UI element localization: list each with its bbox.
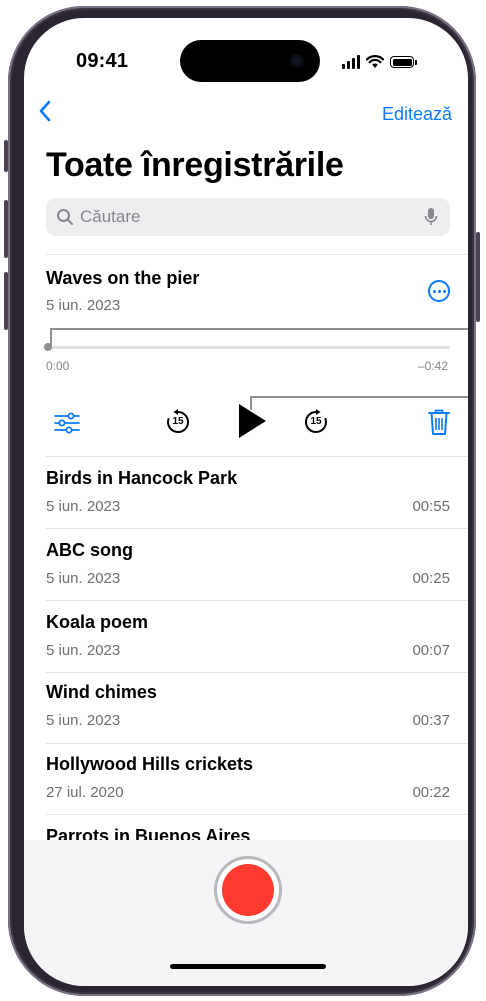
recording-duration: 00:25 <box>412 570 450 587</box>
back-button[interactable] <box>38 100 52 127</box>
record-button[interactable] <box>214 856 282 924</box>
trash-icon[interactable] <box>428 408 450 436</box>
play-icon[interactable] <box>236 402 268 440</box>
recording-name: Wind chimes <box>46 682 157 702</box>
list-item[interactable]: Koala poem 5 iun. 2023 00:07 <box>46 602 450 672</box>
skip-back-button[interactable]: 15 <box>164 408 192 436</box>
skip-forward-button[interactable]: 15 <box>302 408 330 436</box>
cellular-signal-icon <box>342 55 360 69</box>
chevron-left-icon <box>39 100 51 122</box>
callout-line-scrubber <box>50 328 468 330</box>
recording-name: Birds in Hancock Park <box>46 468 238 488</box>
page-title: Toate înregistrările <box>46 146 344 184</box>
recording-duration: 00:22 <box>412 784 450 801</box>
recording-name: Waves on the pier <box>46 268 200 288</box>
callout-line-play <box>250 396 468 398</box>
recording-name: Hollywood Hills crickets <box>46 754 254 774</box>
more-options-icon[interactable] <box>428 280 450 302</box>
battery-icon <box>390 56 417 68</box>
edit-button[interactable]: Editează <box>382 104 452 125</box>
volume-down-button <box>4 272 8 330</box>
volume-up-button <box>4 200 8 258</box>
divider <box>46 456 468 457</box>
recording-duration: 00:37 <box>412 712 450 729</box>
recording-date: 5 iun. 2023 <box>46 642 121 659</box>
list-item[interactable]: Wind chimes 5 iun. 2023 00:37 <box>46 672 450 742</box>
recording-name: ABC song <box>46 540 133 560</box>
recording-date: 5 iun. 2023 <box>46 498 121 515</box>
recording-date: 5 iun. 2023 <box>46 297 121 314</box>
search-bar[interactable]: Căutare <box>46 198 450 236</box>
remaining-time: –0:42 <box>417 359 448 373</box>
dynamic-island <box>180 40 320 82</box>
status-time: 09:41 <box>76 50 129 72</box>
status-icons <box>342 52 417 72</box>
skip-forward-label: 15 <box>310 416 322 427</box>
elapsed-time: 0:00 <box>46 359 70 373</box>
sliders-icon[interactable] <box>54 412 80 434</box>
callout-line-play-vertical <box>250 396 252 410</box>
list-item[interactable]: Hollywood Hills crickets 27 iul. 2020 00… <box>46 744 450 814</box>
recording-duration: 00:07 <box>412 642 450 659</box>
divider <box>46 254 468 255</box>
home-indicator[interactable] <box>170 964 326 969</box>
list-item[interactable]: Birds in Hancock Park 5 iun. 2023 00:55 <box>46 458 450 528</box>
search-placeholder: Căutare <box>80 207 141 226</box>
divider <box>46 814 468 815</box>
power-button <box>476 232 480 322</box>
action-button <box>4 140 8 172</box>
skip-back-label: 15 <box>172 416 184 427</box>
recording-duration: 00:55 <box>412 498 450 515</box>
recording-date: 5 iun. 2023 <box>46 712 121 729</box>
screen: 09:41 Editează Toate înregistrările Căut… <box>24 18 468 986</box>
camera-icon <box>290 54 304 68</box>
divider <box>46 600 468 601</box>
playback-scrubber[interactable] <box>44 343 450 351</box>
record-icon <box>222 864 274 916</box>
callout-line-scrubber-vertical <box>50 328 52 348</box>
recording-date: 27 iul. 2020 <box>46 784 124 801</box>
recording-name: Koala poem <box>46 612 149 632</box>
microphone-icon[interactable] <box>424 207 438 227</box>
search-icon <box>57 209 73 225</box>
divider <box>46 528 468 529</box>
player-controls: 15 15 <box>46 400 450 444</box>
wifi-icon <box>366 55 384 68</box>
recording-date: 5 iun. 2023 <box>46 570 121 587</box>
list-item[interactable]: ABC song 5 iun. 2023 00:25 <box>46 530 450 600</box>
